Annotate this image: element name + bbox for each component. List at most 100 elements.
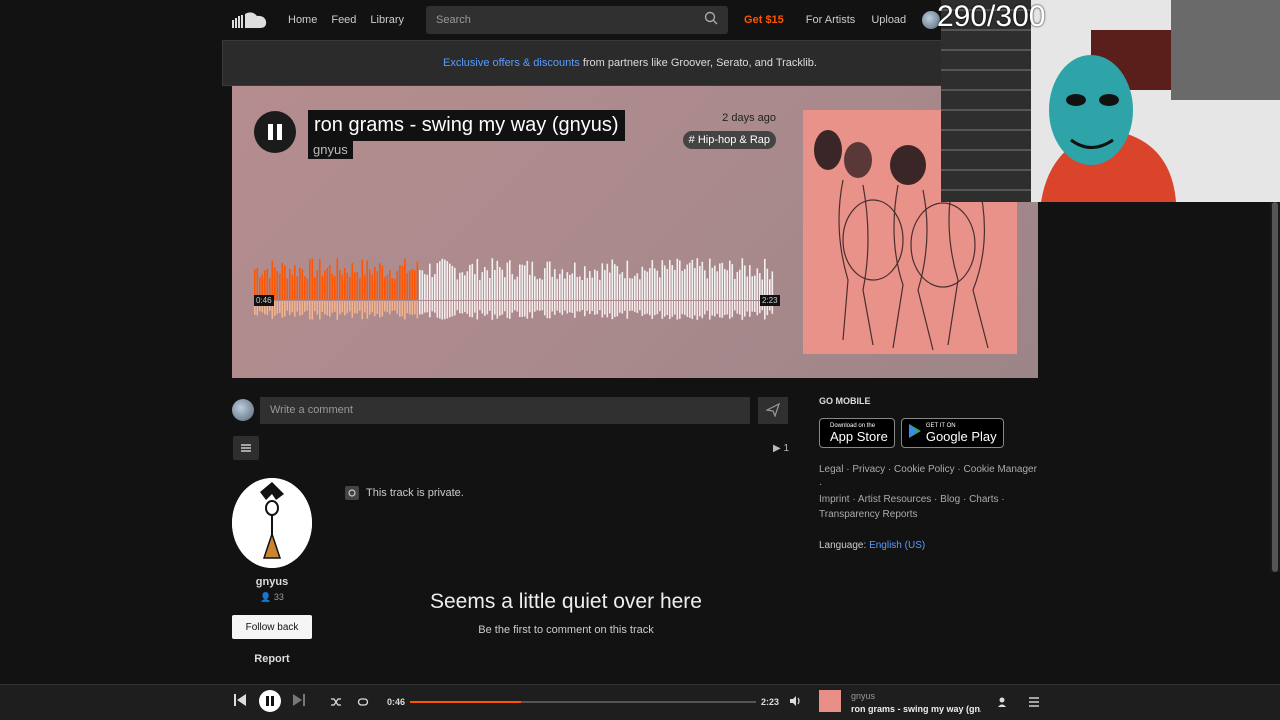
- search-icon[interactable]: [704, 11, 718, 30]
- waveform-reflection-bar: [296, 301, 299, 312]
- waveform-bar: [534, 276, 536, 300]
- overlay-counter: 290/300: [937, 0, 1046, 33]
- previous-track-button[interactable]: [233, 693, 247, 707]
- upload-link[interactable]: Upload: [871, 14, 906, 26]
- waveform-bar: [601, 263, 604, 300]
- waveform-reflection-bar: [716, 301, 719, 314]
- empty-comments-subtitle: Be the first to comment on this track: [478, 624, 654, 636]
- google-play-button[interactable]: GET IT ON Google Play: [900, 418, 1004, 448]
- waveform-reflection-bar: [349, 301, 351, 312]
- track-stats-button[interactable]: [233, 436, 259, 460]
- waveform-reflection-bar: [471, 301, 474, 318]
- waveform-reflection-bar: [566, 301, 569, 314]
- waveform-bar: [514, 279, 516, 300]
- footer-link[interactable]: Cookie Manager: [964, 464, 1037, 475]
- waveform-bar: [461, 272, 464, 300]
- genre-tag[interactable]: # Hip-hop & Rap: [682, 131, 776, 149]
- footer-link[interactable]: Imprint: [819, 494, 850, 505]
- waveform-reflection-bar: [476, 301, 479, 320]
- language-link[interactable]: English (US): [869, 540, 925, 551]
- follow-artist-button[interactable]: [997, 696, 1009, 708]
- offers-link[interactable]: Exclusive offers & discounts: [443, 57, 580, 69]
- nav-library-link[interactable]: Library: [370, 14, 404, 26]
- waveform-reflection-bar: [651, 301, 654, 319]
- player-pause-button[interactable]: [259, 690, 281, 712]
- player-progress-bar[interactable]: [410, 701, 756, 703]
- player-duration: 2:23: [761, 697, 780, 707]
- waveform-reflection-bar: [464, 301, 466, 313]
- scrollbar-thumb[interactable]: [1272, 202, 1278, 572]
- report-link[interactable]: Report: [232, 653, 312, 665]
- search-input[interactable]: [436, 14, 677, 26]
- waveform-reflection-bar: [311, 301, 314, 320]
- waveform-bar: [371, 274, 374, 300]
- waveform-reflection-bar: [549, 301, 551, 319]
- waveform-reflection-bar: [276, 301, 279, 315]
- waveform-bar: [746, 276, 749, 300]
- shuffle-button[interactable]: [330, 696, 342, 708]
- waveform-reflection-bar: [531, 301, 534, 319]
- footer-link[interactable]: Blog: [940, 494, 960, 505]
- waveform-reflection-bar: [616, 301, 619, 317]
- waveform-bar: [554, 269, 556, 300]
- page-scrollbar[interactable]: [1270, 202, 1280, 572]
- uploader-avatar[interactable]: [232, 478, 312, 568]
- waveform[interactable]: [254, 254, 776, 328]
- footer-link[interactable]: Transparency Reports: [819, 509, 918, 520]
- waveform-bar: [346, 272, 349, 300]
- waveform-reflection-bar: [536, 301, 539, 311]
- waveform-bar: [439, 261, 441, 300]
- for-artists-link[interactable]: For Artists: [806, 14, 856, 26]
- queue-button[interactable]: [1028, 696, 1040, 708]
- waveform-bar: [481, 272, 484, 300]
- waveform-reflection-bar: [489, 301, 491, 311]
- repeat-button[interactable]: [357, 696, 369, 708]
- waveform-bar: [496, 260, 499, 300]
- volume-button[interactable]: [789, 695, 801, 707]
- waveform-bar: [449, 263, 451, 300]
- waveform-bar: [596, 270, 599, 300]
- nav-home-link[interactable]: Home: [288, 14, 317, 26]
- waveform-reflection-bar: [671, 301, 674, 317]
- waveform-reflection-bar: [451, 301, 454, 317]
- next-track-button[interactable]: [292, 693, 306, 707]
- pause-button[interactable]: [254, 111, 296, 153]
- footer-links: Legal · Privacy · Cookie Policy · Cookie…: [819, 464, 1037, 520]
- waveform-reflection-bar: [396, 301, 399, 315]
- footer-link[interactable]: Legal: [819, 464, 843, 475]
- waveform-reflection-bar: [654, 301, 656, 316]
- waveform-reflection-bar: [624, 301, 626, 311]
- waveform-bar: [494, 269, 496, 300]
- waveform-bar: [676, 258, 679, 300]
- footer-link[interactable]: Charts: [969, 494, 998, 505]
- comment-input[interactable]: [260, 396, 750, 424]
- waveform-bar: [366, 260, 369, 300]
- waveform-bar: [749, 265, 751, 300]
- soundcloud-logo-icon[interactable]: [232, 10, 268, 30]
- waveform-bar: [489, 278, 491, 300]
- app-store-button[interactable]: Download on the App Store: [819, 418, 895, 448]
- waveform-reflection-bar: [304, 301, 306, 312]
- waveform-bar: [351, 262, 354, 300]
- waveform-reflection-bar: [364, 301, 366, 313]
- waveform-reflection-bar: [554, 301, 556, 315]
- track-artist-link[interactable]: gnyus: [308, 140, 353, 159]
- follow-back-button[interactable]: Follow back: [232, 615, 312, 639]
- send-comment-button[interactable]: [758, 396, 788, 424]
- waveform-reflection-bar: [466, 301, 469, 314]
- get-15-link[interactable]: Get $15: [744, 14, 784, 26]
- waveform-reflection-bar: [509, 301, 511, 319]
- footer-link[interactable]: Artist Resources: [858, 494, 931, 505]
- player-track-title[interactable]: ron grams - swing my way (gn...: [851, 704, 981, 714]
- waveform-bar: [686, 264, 689, 300]
- waveform-reflection-bar: [299, 301, 301, 316]
- footer-link[interactable]: Cookie Policy: [894, 464, 955, 475]
- player-artwork-thumbnail[interactable]: [819, 690, 841, 712]
- waveform-bar: [714, 265, 716, 300]
- queue-icon: [1029, 697, 1039, 707]
- footer-link[interactable]: Privacy: [852, 464, 885, 475]
- uploader-name[interactable]: gnyus: [232, 576, 312, 588]
- waveform-bar: [581, 279, 584, 300]
- player-artist[interactable]: gnyus: [851, 691, 875, 701]
- nav-feed-link[interactable]: Feed: [331, 14, 356, 26]
